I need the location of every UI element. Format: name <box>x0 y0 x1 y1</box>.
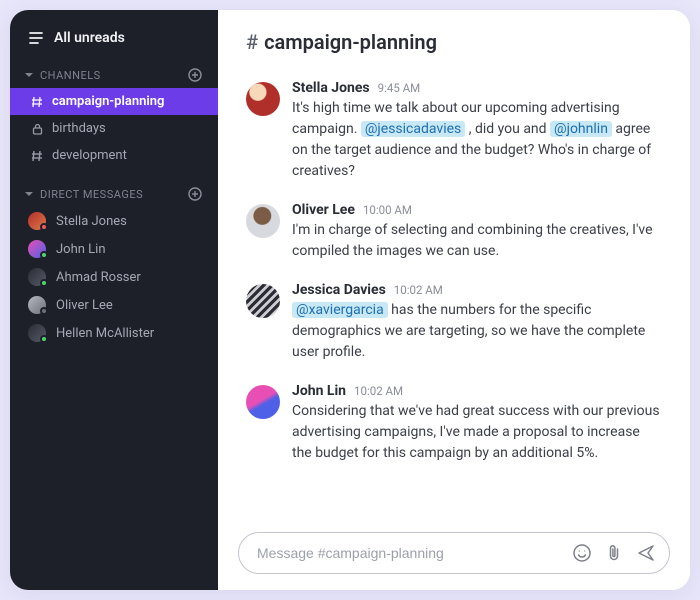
message: Oliver Lee 10:00 AM I'm in charge of selec… <box>246 192 662 272</box>
presence-dot-icon <box>40 279 48 287</box>
emoji-icon[interactable] <box>571 542 593 564</box>
channel-item-birthdays[interactable]: birthdays <box>10 115 218 142</box>
channel-item-label: birthdays <box>52 121 106 136</box>
dm-item-label: Oliver Lee <box>56 298 113 313</box>
mention[interactable]: @johnlin <box>550 121 612 137</box>
dm-header-label: DIRECT MESSAGES <box>40 188 143 201</box>
avatar <box>28 240 46 258</box>
dm-item[interactable]: Stella Jones <box>10 207 218 235</box>
channels-section-header[interactable]: CHANNELS <box>10 60 218 88</box>
message-author: Jessica Davies <box>292 282 386 298</box>
message-text: Considering that we've had great success… <box>292 401 662 464</box>
dm-item[interactable]: Hellen McAllister <box>10 319 218 347</box>
all-unreads[interactable]: All unreads <box>10 26 218 60</box>
attachment-icon[interactable] <box>603 542 625 564</box>
dm-item-label: Hellen McAllister <box>56 326 154 341</box>
avatar <box>246 82 280 116</box>
main-panel: # campaign-planning Stella Jones 9:45 AM I… <box>218 10 690 590</box>
presence-dot-icon <box>40 223 48 231</box>
channel-list: campaign-planning birthdays development <box>10 88 218 169</box>
channels-header-label: CHANNELS <box>40 69 101 82</box>
message-text: I'm in charge of selecting and combining… <box>292 220 662 262</box>
message-time: 9:45 AM <box>378 81 421 95</box>
message-time: 10:02 AM <box>354 384 403 398</box>
hash-icon <box>30 96 44 108</box>
avatar <box>246 204 280 238</box>
hash-icon: # <box>246 30 258 54</box>
presence-dot-icon <box>40 251 48 259</box>
avatar <box>28 268 46 286</box>
dm-item[interactable]: Oliver Lee <box>10 291 218 319</box>
avatar <box>28 296 46 314</box>
channel-item-label: development <box>52 148 127 163</box>
presence-dot-icon <box>40 307 48 315</box>
dm-section-header[interactable]: DIRECT MESSAGES <box>10 179 218 207</box>
avatar <box>28 212 46 230</box>
channel-item-development[interactable]: development <box>10 142 218 169</box>
message-composer[interactable] <box>238 532 670 574</box>
avatar <box>28 324 46 342</box>
channel-item-label: campaign-planning <box>52 94 164 109</box>
lock-icon <box>30 123 44 135</box>
dm-item-label: Ahmad Rosser <box>56 270 141 285</box>
mention[interactable]: @xaviergarcia <box>292 302 388 318</box>
dm-item[interactable]: Ahmad Rosser <box>10 263 218 291</box>
chevron-down-icon <box>24 70 34 80</box>
channel-header: # campaign-planning <box>218 10 690 64</box>
message-text: @xaviergarcia has the numbers for the sp… <box>292 300 662 363</box>
dm-item[interactable]: John Lin <box>10 235 218 263</box>
dm-item-label: Stella Jones <box>56 214 127 229</box>
dm-list: Stella Jones John Lin Ahmad Rosser Oliver L… <box>10 207 218 347</box>
sidebar: All unreads CHANNELS campaign-planning bi… <box>10 10 218 590</box>
chevron-down-icon <box>24 189 34 199</box>
message-author: John Lin <box>292 383 346 399</box>
mention[interactable]: @jessicadavies <box>361 121 465 137</box>
add-dm-button[interactable] <box>188 187 202 201</box>
channel-name: campaign-planning <box>264 30 437 54</box>
message: Stella Jones 9:45 AM It's high time we tal… <box>246 70 662 192</box>
message: John Lin 10:02 AM Considering that we've h… <box>246 373 662 474</box>
queue-icon <box>28 31 44 45</box>
dm-item-label: John Lin <box>56 242 106 257</box>
message-author: Stella Jones <box>292 80 370 96</box>
message-time: 10:00 AM <box>363 203 412 217</box>
avatar <box>246 284 280 318</box>
send-icon[interactable] <box>635 542 657 564</box>
message-text: It's high time we talk about our upcomin… <box>292 98 662 182</box>
message-list[interactable]: Stella Jones 9:45 AM It's high time we tal… <box>218 64 690 524</box>
hash-icon <box>30 150 44 162</box>
chat-app: All unreads CHANNELS campaign-planning bi… <box>10 10 690 590</box>
message-author: Oliver Lee <box>292 202 355 218</box>
add-channel-button[interactable] <box>188 68 202 82</box>
message: Jessica Davies 10:02 AM @xaviergarcia has … <box>246 272 662 373</box>
all-unreads-label: All unreads <box>54 30 125 46</box>
presence-dot-icon <box>40 335 48 343</box>
message-time: 10:02 AM <box>394 283 443 297</box>
avatar <box>246 385 280 419</box>
composer-input[interactable] <box>257 545 561 561</box>
channel-item-campaign-planning[interactable]: campaign-planning <box>10 88 218 115</box>
